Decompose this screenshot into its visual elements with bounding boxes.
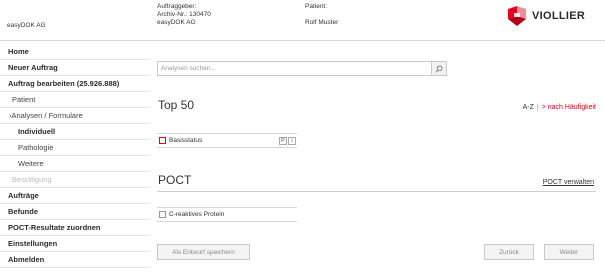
logo-text: VIOLLIER	[532, 10, 586, 22]
patient-name: Rolf Muster	[305, 19, 339, 26]
sidebar-item-bestaetigung: Bestätigung	[0, 172, 150, 188]
sidebar-item-auftraege[interactable]: Aufträge	[0, 188, 150, 204]
poct-divider	[157, 191, 596, 192]
sidebar-item-abmelden[interactable]: Abmelden	[0, 252, 150, 268]
sidebar-item-home[interactable]: Home	[0, 44, 150, 60]
profile-badge[interactable]: P	[279, 137, 287, 145]
poct-title: POCT	[158, 173, 192, 187]
search-button[interactable]	[431, 62, 446, 75]
auftraggeber-label: Auftraggeber:	[157, 3, 197, 10]
sort-separator: |	[536, 104, 539, 111]
sidebar-item-auftrag-bearbeiten[interactable]: Auftrag bearbeiten (25.926.888)	[0, 76, 150, 92]
analysis-search	[157, 61, 447, 76]
sidebar-item-pathologie[interactable]: Pathologie	[0, 140, 150, 156]
sidebar-item-befunde[interactable]: Befunde	[0, 204, 150, 220]
back-button[interactable]: Zurück	[484, 244, 534, 260]
sidebar-item-poct-resultate[interactable]: POCT-Resultate zuordnen	[0, 220, 150, 236]
save-draft-button[interactable]: Als Entwurf speichern	[157, 244, 250, 260]
crp-label: C-reaktives Protein	[169, 211, 225, 218]
company-name: easyDOK AG	[7, 22, 46, 29]
patient-label: Patient:	[305, 3, 328, 10]
basisstatus-label: Basisstatus	[169, 137, 203, 144]
sidebar-item-patient[interactable]: Patient	[0, 92, 150, 108]
viollier-logo-icon	[508, 6, 526, 26]
sidebar-item-analysen-formulare[interactable]: ›Analysen / Formulare	[0, 108, 150, 124]
next-button[interactable]: Weiter	[544, 244, 594, 260]
crp-checkbox[interactable]	[159, 211, 166, 218]
basisstatus-checkbox[interactable]	[159, 137, 166, 144]
poct-manage-link[interactable]: POCT verwalten	[543, 179, 594, 186]
sort-az-link[interactable]: A-Z	[523, 104, 534, 111]
sidebar-item-weitere[interactable]: Weitere	[0, 156, 150, 172]
sort-options: A-Z | > nach Häufigkeit	[523, 104, 596, 111]
auftraggeber-info: Auftraggeber: Archiv-Nr.: 130470 easyDOK…	[157, 3, 211, 27]
app-header: easyDOK AG Auftraggeber: Archiv-Nr.: 130…	[0, 0, 605, 36]
sort-frequency-link[interactable]: > nach Häufigkeit	[542, 104, 596, 111]
top50-title: Top 50	[158, 98, 195, 112]
search-icon	[435, 65, 443, 73]
header-divider	[0, 40, 605, 41]
analysis-item-crp[interactable]: C-reaktives Protein	[157, 207, 297, 222]
sidebar-nav: Home Neuer Auftrag Auftrag bearbeiten (2…	[0, 44, 150, 268]
analysis-item-basisstatus[interactable]: Basisstatus P i	[157, 133, 297, 148]
patient-info: Patient: Rolf Muster	[305, 3, 338, 27]
sidebar-item-neuer-auftrag[interactable]: Neuer Auftrag	[0, 60, 150, 76]
basisstatus-badges: P i	[279, 137, 296, 145]
sidebar-item-einstellungen[interactable]: Einstellungen	[0, 236, 150, 252]
sidebar-item-individuell[interactable]: Individuell	[0, 124, 150, 140]
auftraggeber-name: easyDOK AG	[157, 19, 196, 26]
info-badge[interactable]: i	[288, 137, 296, 145]
viollier-logo: VIOLLIER	[506, 5, 596, 27]
search-input[interactable]	[158, 62, 430, 75]
archiv-number: Archiv-Nr.: 130470	[157, 11, 211, 18]
